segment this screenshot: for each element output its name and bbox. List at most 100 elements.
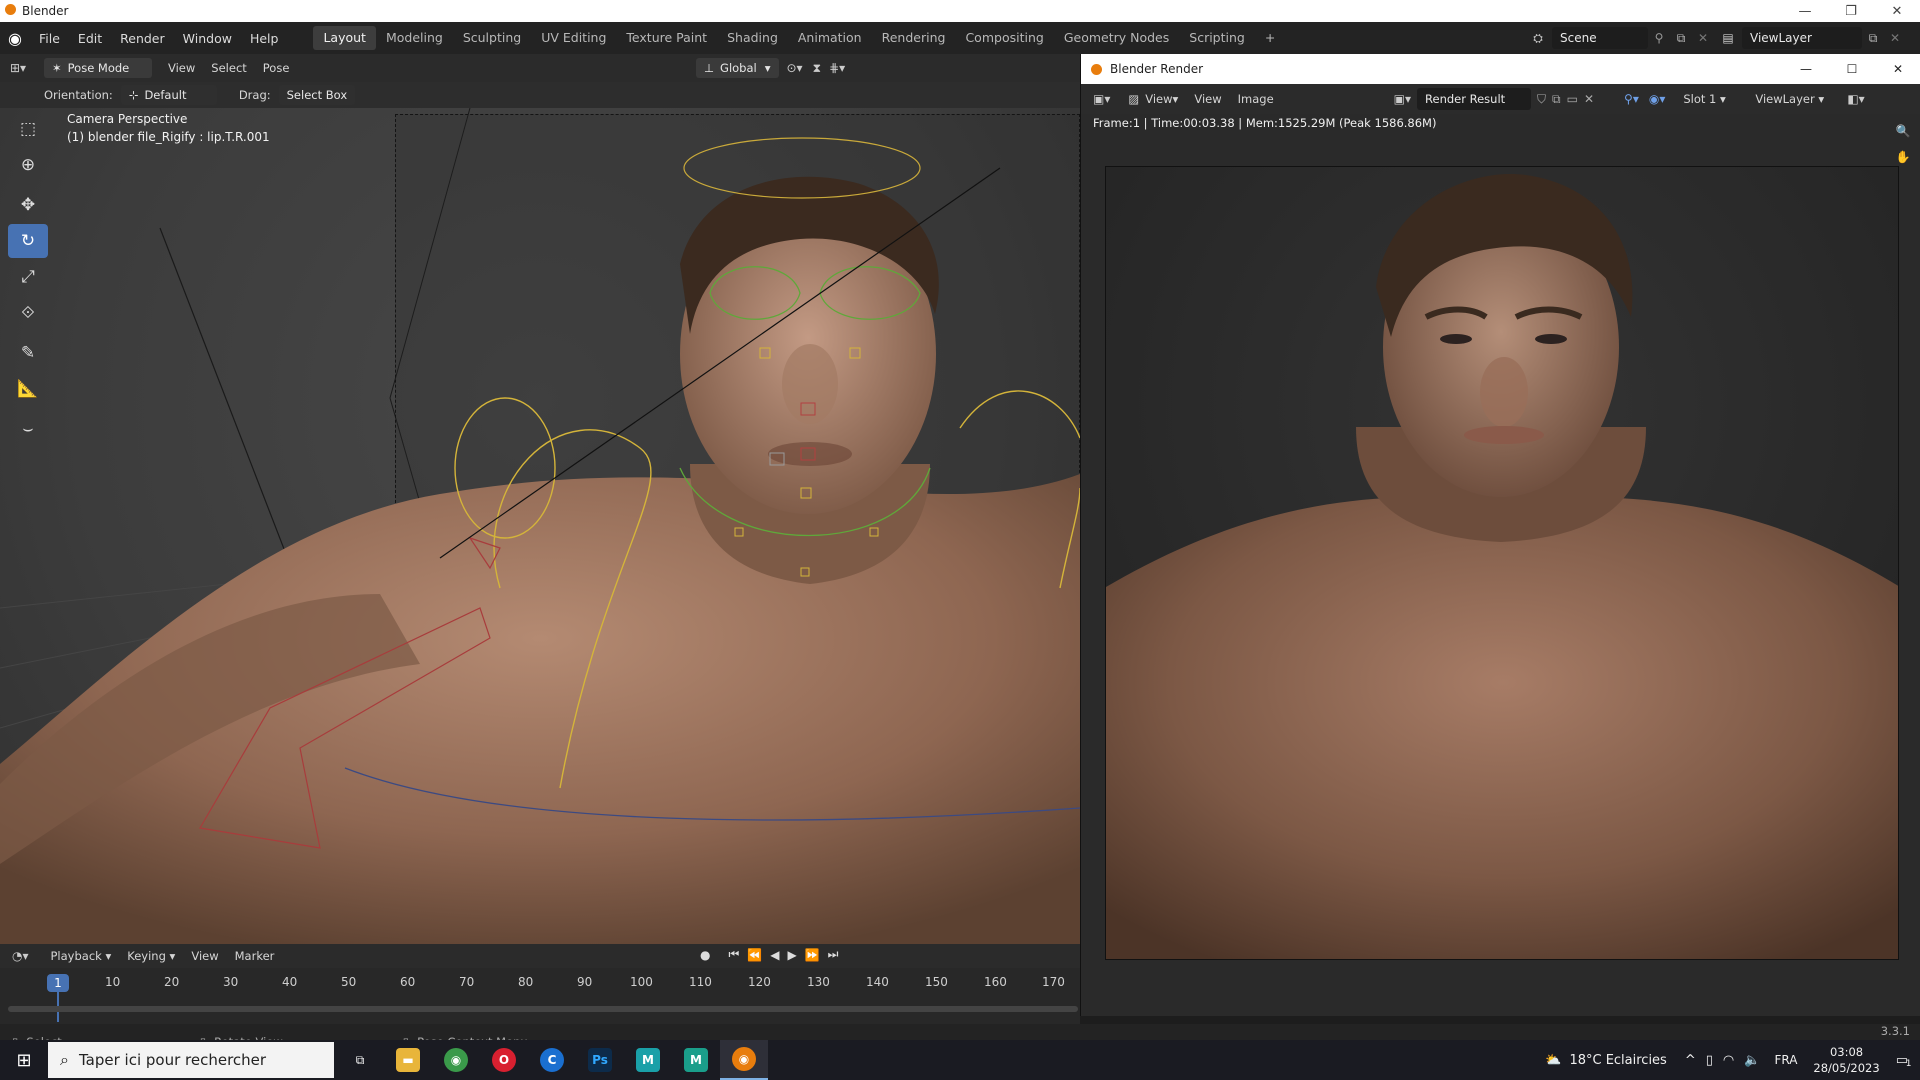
restore-button[interactable]: ❐ bbox=[1828, 0, 1874, 22]
timeline-ruler[interactable]: 1 10 20 30 40 50 60 70 80 90 100 110 120… bbox=[0, 970, 1080, 1022]
render-menu-image[interactable]: Image bbox=[1230, 92, 1282, 106]
blender-taskbar-button[interactable]: ◉ bbox=[720, 1040, 768, 1080]
tab-scripting[interactable]: Scripting bbox=[1179, 26, 1255, 50]
delete-scene-icon[interactable]: ✕ bbox=[1692, 31, 1714, 45]
render-close-button[interactable]: ✕ bbox=[1875, 54, 1920, 84]
measure-tool-icon[interactable]: 📐 bbox=[8, 372, 48, 406]
opera-button[interactable]: O bbox=[480, 1040, 528, 1080]
file-explorer-button[interactable]: ▬ bbox=[384, 1040, 432, 1080]
new-image-icon[interactable]: ⧉ bbox=[1552, 92, 1561, 107]
current-frame-indicator[interactable]: 1 bbox=[47, 974, 69, 992]
tab-uv-editing[interactable]: UV Editing bbox=[531, 26, 616, 50]
render-menu-view[interactable]: View bbox=[1186, 92, 1229, 106]
select-box-tool-icon[interactable]: ⬚ bbox=[8, 112, 48, 146]
annotate-tool-icon[interactable]: ✎ bbox=[8, 336, 48, 370]
new-view-layer-icon[interactable]: ⧉ bbox=[1862, 31, 1884, 46]
tab-modeling[interactable]: Modeling bbox=[376, 26, 453, 50]
transform-orientation-dropdown[interactable]: ⊥ Global ▾ bbox=[696, 58, 779, 78]
render-minimize-button[interactable]: — bbox=[1783, 54, 1829, 84]
record-icon[interactable]: ● bbox=[700, 948, 710, 962]
play-reverse-icon[interactable]: ◀ bbox=[770, 948, 779, 962]
3d-viewport[interactable]: ⊞▾ ✶ Pose Mode View Select Pose ⊥ Global… bbox=[0, 54, 1080, 944]
minimize-button[interactable]: — bbox=[1782, 0, 1828, 22]
tray-overflow-icon[interactable]: ^ bbox=[1685, 1053, 1696, 1068]
tab-sculpting[interactable]: Sculpting bbox=[453, 26, 531, 50]
chrome-button[interactable]: ◉ bbox=[432, 1040, 480, 1080]
scene-icon[interactable]: ⛭ bbox=[1524, 31, 1552, 46]
rotate-tool-icon[interactable]: ↻ bbox=[8, 224, 48, 258]
mode-dropdown[interactable]: ✶ Pose Mode bbox=[44, 58, 152, 78]
maya-button[interactable]: M bbox=[624, 1040, 672, 1080]
open-image-icon[interactable]: ▭ bbox=[1567, 92, 1578, 106]
language-indicator[interactable]: FRA bbox=[1774, 1053, 1797, 1067]
delete-view-layer-icon[interactable]: ✕ bbox=[1884, 31, 1906, 45]
timeline-menu-marker[interactable]: Marker bbox=[227, 949, 283, 963]
scale-tool-icon[interactable]: ⤢ bbox=[8, 260, 48, 294]
jump-keyframe-forward-icon[interactable]: ⏩ bbox=[805, 948, 820, 962]
weather-icon[interactable]: ⛅ bbox=[1545, 1053, 1561, 1068]
play-icon[interactable]: ▶ bbox=[787, 948, 796, 962]
menu-file[interactable]: File bbox=[30, 31, 69, 46]
render-result-image[interactable] bbox=[1105, 166, 1899, 960]
timeline-menu-playback[interactable]: Playback ▾ bbox=[43, 949, 120, 963]
view-layer-icon[interactable]: ▤ bbox=[1714, 31, 1742, 45]
tab-shading[interactable]: Shading bbox=[717, 26, 788, 50]
mudbox-button[interactable]: M bbox=[672, 1040, 720, 1080]
bone-roll-tool-icon[interactable]: ⌣ bbox=[8, 412, 48, 446]
tab-animation[interactable]: Animation bbox=[788, 26, 872, 50]
slot-dropdown[interactable]: Slot 1 ▾ bbox=[1675, 92, 1747, 106]
jump-start-icon[interactable]: ⏮ bbox=[728, 947, 739, 962]
cursor-tool-icon[interactable]: ⊕ bbox=[8, 148, 48, 182]
volume-icon[interactable]: 🔈 bbox=[1744, 1053, 1760, 1068]
pin-icon[interactable]: ⚲ bbox=[1648, 31, 1670, 45]
photoshop-button[interactable]: Ps bbox=[576, 1040, 624, 1080]
move-tool-icon[interactable]: ✥ bbox=[8, 188, 48, 222]
image-name-field[interactable]: Render Result bbox=[1417, 88, 1532, 110]
render-view-layer-dropdown[interactable]: ViewLayer ▾ bbox=[1747, 92, 1841, 106]
viewport-menu-select[interactable]: Select bbox=[203, 61, 254, 75]
view-layer-field[interactable]: ViewLayer bbox=[1742, 27, 1862, 49]
wifi-icon[interactable]: ◠ bbox=[1723, 1053, 1734, 1068]
render-view-dropdown[interactable]: ▨ View ▾ bbox=[1120, 92, 1186, 106]
timeline-menu-view[interactable]: View bbox=[183, 949, 226, 963]
viewport-menu-pose[interactable]: Pose bbox=[255, 61, 298, 75]
menu-window[interactable]: Window bbox=[174, 31, 241, 46]
jump-end-icon[interactable]: ⏭ bbox=[828, 947, 839, 962]
jump-keyframe-back-icon[interactable]: ⏪ bbox=[747, 948, 762, 962]
close-button[interactable]: ✕ bbox=[1874, 0, 1920, 22]
fake-user-icon[interactable]: ⛉ bbox=[1537, 92, 1546, 107]
zoom-icon[interactable]: 🔍 bbox=[1889, 124, 1917, 150]
cortana-button[interactable]: C bbox=[528, 1040, 576, 1080]
timeline-editor-icon[interactable]: ◔▾ bbox=[12, 949, 29, 963]
sample-tool-icon[interactable]: ⚲▾ bbox=[1624, 92, 1639, 106]
pan-hand-icon[interactable]: ✋ bbox=[1889, 150, 1917, 176]
drag-dropdown[interactable]: Select Box bbox=[278, 85, 356, 105]
menu-edit[interactable]: Edit bbox=[69, 31, 111, 46]
task-view-button[interactable]: ⧉ bbox=[336, 1040, 384, 1080]
editor-type-icon[interactable]: ⊞▾ bbox=[10, 61, 38, 75]
scene-field[interactable]: Scene bbox=[1552, 27, 1648, 49]
add-workspace-button[interactable]: + bbox=[1255, 26, 1285, 50]
display-channels-icon[interactable]: ◧▾ bbox=[1847, 92, 1864, 106]
unlink-image-icon[interactable]: ✕ bbox=[1584, 92, 1594, 106]
viewport-menu-view[interactable]: View bbox=[160, 61, 203, 75]
taskbar-search[interactable]: ⌕ Taper ici pour rechercher bbox=[48, 1042, 334, 1078]
tab-geometry-nodes[interactable]: Geometry Nodes bbox=[1054, 26, 1179, 50]
menu-help[interactable]: Help bbox=[241, 31, 288, 46]
weather-text[interactable]: 18°C Eclaircies bbox=[1569, 1053, 1666, 1068]
start-button[interactable]: ⊞ bbox=[0, 1040, 48, 1080]
snap-icon[interactable]: ⧗ bbox=[813, 61, 821, 76]
tab-rendering[interactable]: Rendering bbox=[872, 26, 956, 50]
transform-tool-icon[interactable]: ⟐ bbox=[8, 296, 48, 330]
image-editor-type-icon[interactable]: ▣▾ bbox=[1093, 92, 1110, 106]
tab-layout[interactable]: Layout bbox=[313, 26, 376, 50]
notifications-button[interactable]: ▭ 1 bbox=[1896, 1053, 1912, 1069]
overlay-icon[interactable]: ◉▾ bbox=[1649, 92, 1666, 106]
menu-render[interactable]: Render bbox=[111, 31, 174, 46]
timeline-menu-keying[interactable]: Keying ▾ bbox=[119, 949, 183, 963]
timeline-scrollbar[interactable] bbox=[8, 1006, 1078, 1012]
orientation-dropdown[interactable]: ⊹ Default bbox=[120, 85, 217, 105]
tab-compositing[interactable]: Compositing bbox=[955, 26, 1053, 50]
snap-target-icon[interactable]: ⋕▾ bbox=[829, 61, 845, 75]
image-browse-icon[interactable]: ▣▾ bbox=[1394, 92, 1411, 106]
